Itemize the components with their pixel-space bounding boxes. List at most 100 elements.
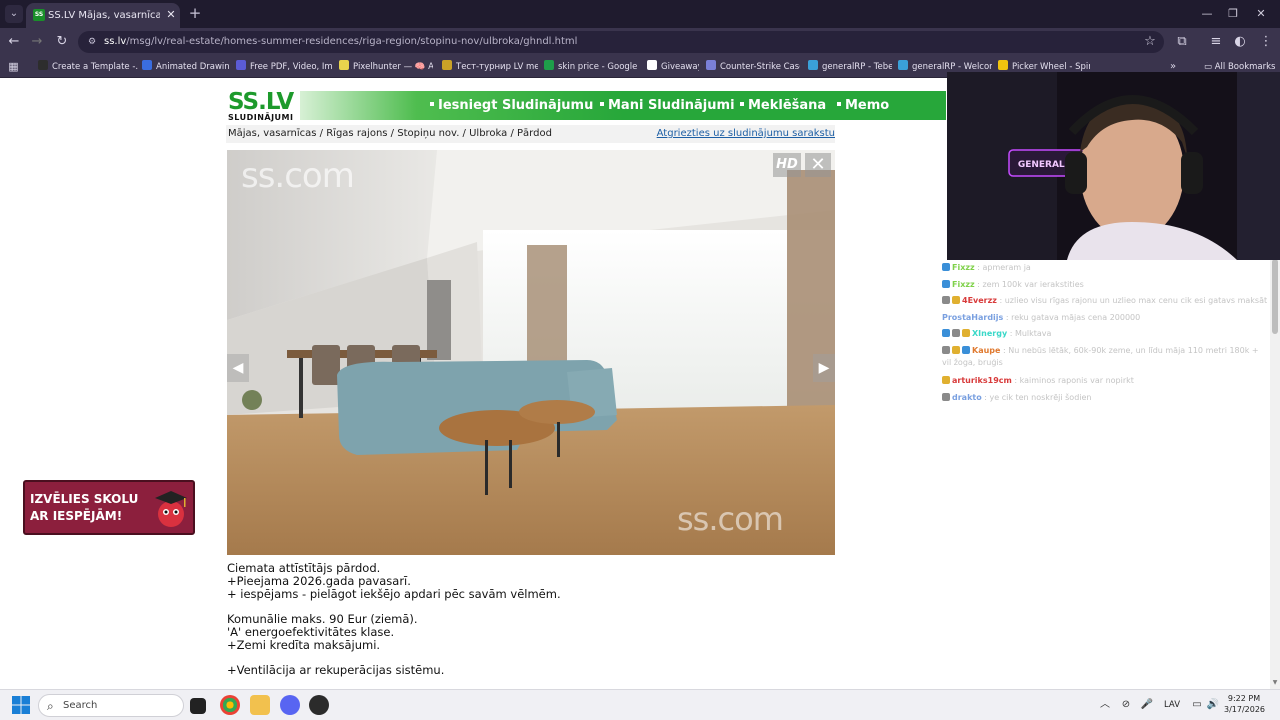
chat-message: drakto : ye cik ten noskrēji šodien bbox=[942, 392, 1270, 404]
clock-date: 3/17/2026 bbox=[1224, 705, 1266, 714]
banner-text: IZVĒLIES SKOLU AR IESPĒJĀM! bbox=[30, 491, 150, 525]
logo-subtitle: SLUDINĀJUMI bbox=[228, 113, 294, 122]
nav-my-ads[interactable]: Mani Sludinājumi bbox=[600, 91, 735, 120]
nav-submit-ad[interactable]: Iesniegt Sludinājumu bbox=[430, 91, 593, 120]
profile-avatar-icon[interactable]: ◐ bbox=[1230, 32, 1250, 52]
listing-photo[interactable]: ss.com ss.com HD ✕ ◀ ▶ bbox=[227, 150, 835, 555]
clock-time: 9:22 PM bbox=[1227, 694, 1261, 703]
bookmark-favicon-icon bbox=[236, 60, 246, 70]
scrollbar-thumb[interactable] bbox=[1272, 259, 1278, 334]
chat-badge-icon bbox=[942, 329, 950, 337]
url-path: /msg/lv/real-estate/homes-summer-residen… bbox=[126, 36, 578, 47]
description-line: +Ventilācija ar rekuperācijas sistēmu. bbox=[227, 663, 445, 678]
microphone-icon[interactable]: 🎤 bbox=[1140, 698, 1154, 712]
chat-message: 4Everzz : uzlieo visu rīgas rajonu un uz… bbox=[942, 295, 1270, 307]
description-line: Ciemata attīstītājs pārdod. bbox=[227, 561, 381, 575]
chat-message: ProstaHardijs : reku gatava mājas cena 2… bbox=[942, 313, 1141, 322]
bookmark-favicon-icon bbox=[898, 60, 908, 70]
main-nav: Iesniegt Sludinājumu Mani Sludinājumi Me… bbox=[300, 91, 946, 120]
tab-close-icon[interactable]: ✕ bbox=[164, 8, 178, 22]
bookmark-favicon-icon bbox=[38, 60, 48, 70]
next-photo-arrow-icon[interactable]: ▶ bbox=[813, 354, 835, 382]
banner-line-1: IZVĒLIES SKOLU bbox=[30, 492, 139, 506]
bookmark-item[interactable]: Free PDF, Video, Im... bbox=[236, 59, 332, 75]
network-off-icon[interactable]: ⊘ bbox=[1119, 698, 1133, 712]
bookmark-item[interactable]: Create a Template -... bbox=[38, 59, 138, 75]
chat-message: Fixzz : apmeram ja bbox=[942, 262, 1270, 274]
site-info-icon[interactable]: ⚙ bbox=[86, 36, 98, 48]
description-line: +Pieejama 2026.gada pavasarī. bbox=[227, 573, 411, 588]
description-line: 'A' energoefektivitātes klase. bbox=[227, 624, 395, 639]
bookmark-item[interactable]: Pixelhunter — 🧠 A... bbox=[339, 59, 433, 75]
new-tab-plus-icon[interactable]: + bbox=[186, 4, 204, 22]
window-close-icon[interactable]: ✕ bbox=[1248, 4, 1274, 24]
forward-arrow-icon[interactable]: → bbox=[27, 32, 47, 52]
search-placeholder: Search bbox=[63, 700, 98, 711]
bookmark-favicon-icon bbox=[339, 60, 349, 70]
address-bar[interactable]: ⚙ ss.lv/msg/lv/real-estate/homes-summer-… bbox=[78, 31, 1164, 53]
reload-icon[interactable]: ↻ bbox=[52, 32, 72, 52]
bookmark-star-icon[interactable]: ☆ bbox=[1142, 34, 1158, 50]
breadcrumb-bar: Mājas, vasarnīcas / Rīgas rajons / Stopi… bbox=[226, 125, 835, 143]
bookmark-item[interactable]: skin price - Google i... bbox=[544, 59, 640, 75]
tray-overflow-icon[interactable]: ︿ bbox=[1098, 698, 1112, 712]
windows-start-icon[interactable] bbox=[12, 696, 30, 714]
url-host: ss.lv bbox=[104, 36, 127, 47]
bookmark-item[interactable]: Counter-Strike Case... bbox=[706, 59, 800, 75]
logo-text: SS.LV bbox=[228, 89, 294, 115]
chrome-menu-icon[interactable]: ⋮ bbox=[1256, 32, 1276, 52]
breadcrumb[interactable]: Mājas, vasarnīcas / Rīgas rajons / Stopi… bbox=[228, 125, 552, 143]
chat-message: arturiks19cm : kaiminos raponis var nopi… bbox=[942, 375, 1270, 387]
chat-badge-icon bbox=[942, 376, 950, 384]
school-banner-ad[interactable]: IZVĒLIES SKOLU AR IESPĒJĀM! bbox=[23, 480, 195, 535]
chat-message: XInergy : Mulktava bbox=[942, 328, 1270, 340]
tab-title: SS.LV Mājas, vasarnīcas - Rīgas bbox=[48, 10, 160, 21]
system-clock[interactable]: 9:22 PM 3/17/2026 bbox=[1224, 693, 1266, 715]
minimize-icon[interactable]: — bbox=[1194, 4, 1220, 24]
banner-line-2: AR IESPĒJĀM! bbox=[30, 509, 123, 523]
active-tab[interactable]: SS SS.LV Mājas, vasarnīcas - Rīgas ✕ bbox=[26, 3, 180, 28]
chat-badge-icon bbox=[962, 346, 970, 354]
tab-search-chevron-icon[interactable]: ⌄ bbox=[5, 5, 23, 23]
obs-app-icon[interactable] bbox=[309, 695, 329, 715]
watermark-top: ss.com bbox=[241, 156, 355, 196]
bookmark-item[interactable]: generalRP - Tebex bbox=[808, 59, 892, 75]
bookmark-favicon-icon bbox=[808, 60, 818, 70]
bookmark-item[interactable]: Animated Drawings bbox=[142, 59, 230, 75]
discord-app-icon[interactable] bbox=[280, 695, 300, 715]
back-to-list-link[interactable]: Atgriezties uz sludinājumu sarakstu bbox=[657, 125, 835, 143]
bookmark-favicon-icon bbox=[706, 60, 716, 70]
chat-badge-icon bbox=[942, 280, 950, 288]
bookmark-favicon-icon bbox=[998, 60, 1008, 70]
chat-badge-icon bbox=[942, 296, 950, 304]
display-icon[interactable]: ▭ bbox=[1190, 698, 1204, 712]
chat-badge-icon bbox=[952, 296, 960, 304]
keyboard-language[interactable]: LAV bbox=[1164, 698, 1180, 712]
task-view-icon[interactable] bbox=[190, 698, 206, 714]
taskbar-search[interactable]: ⌕ Search bbox=[38, 694, 184, 717]
chat-message: Kaupe : Nu nebūs lētāk, 60k-90k zeme, un… bbox=[942, 346, 1259, 367]
chat-badge-icon bbox=[942, 263, 950, 271]
living-room-photo bbox=[227, 150, 835, 555]
close-photo-icon[interactable]: ✕ bbox=[805, 153, 831, 177]
file-explorer-icon[interactable] bbox=[250, 695, 270, 715]
media-controls-icon[interactable]: ≡ bbox=[1206, 32, 1226, 52]
ss-lv-logo[interactable]: SS.LV SLUDINĀJUMI bbox=[228, 89, 302, 123]
prev-photo-arrow-icon[interactable]: ◀ bbox=[227, 354, 249, 382]
watermark-bottom: ss.com bbox=[677, 500, 784, 538]
chrome-app-icon[interactable] bbox=[220, 695, 240, 715]
hd-toggle-button[interactable]: HD bbox=[773, 153, 801, 177]
scroll-down-arrow-icon[interactable]: ▼ bbox=[1271, 679, 1279, 687]
volume-icon[interactable]: 🔊 bbox=[1206, 698, 1220, 712]
restore-icon[interactable]: ❐ bbox=[1220, 4, 1246, 24]
nav-search[interactable]: Meklēšana bbox=[740, 91, 826, 120]
apps-grid-icon[interactable]: ▦ bbox=[7, 60, 20, 73]
url-text[interactable]: ss.lv/msg/lv/real-estate/homes-summer-re… bbox=[104, 34, 577, 50]
extensions-puzzle-icon[interactable]: ⧉ bbox=[1172, 32, 1192, 52]
bookmark-item[interactable]: Тест-турнир LV mei... bbox=[442, 59, 538, 75]
streamer-webcam: GENERALRP bbox=[947, 72, 1280, 260]
nav-memo[interactable]: Memo bbox=[837, 91, 889, 120]
bookmark-item[interactable]: Giveaway bbox=[647, 59, 699, 75]
browser-toolbar: ← → ↻ ⚙ ss.lv/msg/lv/real-estate/homes-s… bbox=[0, 28, 1280, 56]
back-arrow-icon[interactable]: ← bbox=[4, 32, 24, 52]
